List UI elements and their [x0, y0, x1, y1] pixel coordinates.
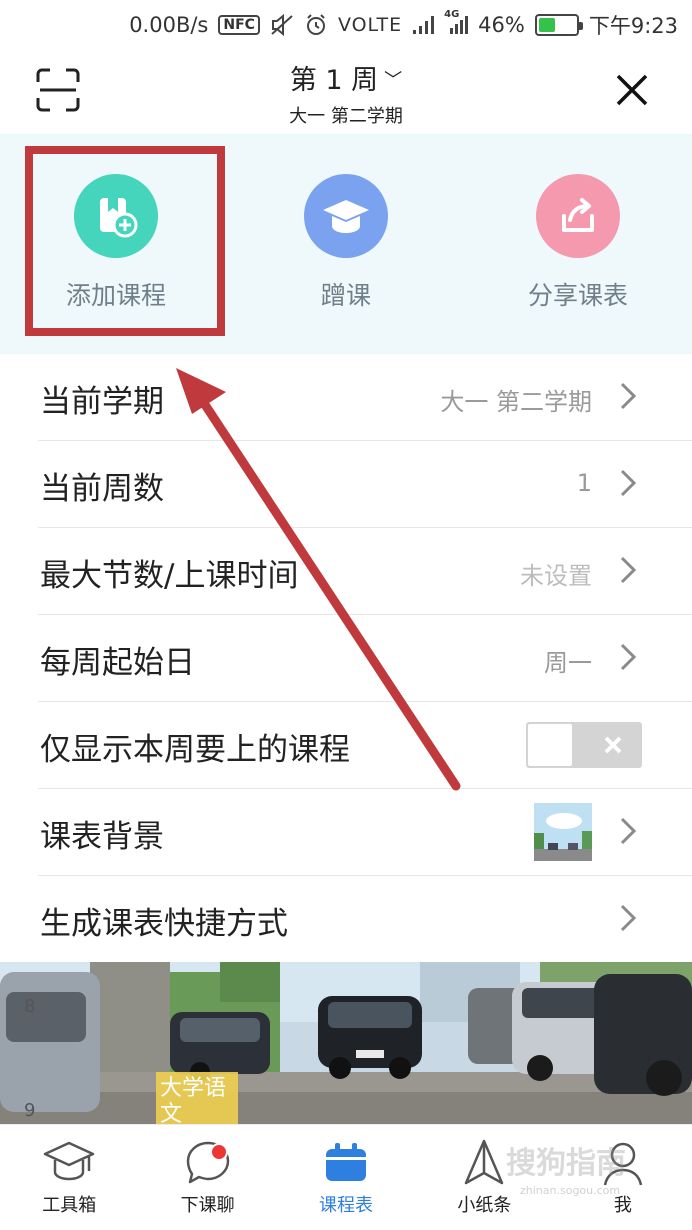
settings-row-background[interactable]: 课表背景 — [38, 789, 692, 876]
row-label: 最大节数/上课时间 — [40, 558, 299, 594]
chevron-right-icon — [620, 469, 637, 497]
row-label: 每周起始日 — [40, 645, 195, 681]
nav-label: 下课聊 — [180, 1195, 235, 1216]
settings-row-semester[interactable]: 当前学期 大一 第二学期 — [38, 354, 692, 441]
share-icon — [536, 174, 620, 258]
mute-icon — [270, 14, 294, 36]
nav-toolbox[interactable]: 工具箱 — [0, 1125, 138, 1230]
timetable-background-photo: 8 9 大学语文 — [0, 962, 692, 1124]
chevron-down-icon: ﹀ — [384, 70, 403, 91]
row-value: 大一 第二学期 — [440, 388, 592, 416]
signal-4g-icon: 4G — [444, 9, 469, 35]
settings-row-show-this-week: 仅显示本周要上的课程 — [38, 702, 692, 789]
share-timetable-label: 分享课表 — [527, 281, 628, 310]
chevron-right-icon — [620, 643, 637, 671]
chevron-right-icon — [620, 382, 637, 410]
settings-list: 当前学期 大一 第二学期 当前周数 1 最大节数/上课时间 未设置 每周起始日 … — [0, 354, 692, 963]
street-photo — [0, 962, 692, 1124]
volte-label: VOLTE — [337, 14, 403, 36]
row-label: 课表背景 — [40, 819, 164, 855]
period-number: 9 — [24, 1100, 36, 1121]
row-label: 当前周数 — [40, 471, 164, 507]
alarm-icon — [304, 13, 328, 37]
settings-row-week[interactable]: 当前周数 1 — [38, 441, 692, 528]
add-course-icon — [74, 174, 158, 258]
nav-label: 课程表 — [319, 1195, 374, 1216]
battery-fill — [538, 18, 556, 32]
period-number: 8 — [24, 996, 36, 1017]
show-this-week-toggle[interactable] — [526, 722, 642, 768]
status-bar: 0.00B/s NFC VOLTE 4G 46% 下午9:23 — [0, 0, 692, 50]
row-value: 周一 — [544, 649, 592, 677]
clock: 下午9:23 — [588, 14, 678, 38]
audit-course-button[interactable]: 蹭课 — [246, 174, 446, 312]
add-course-label: 添加课程 — [65, 281, 166, 310]
chevron-right-icon — [620, 556, 637, 584]
row-label: 生成课表快捷方式 — [40, 906, 288, 942]
toolbox-icon — [43, 1141, 95, 1181]
watermark-url: zhinan.sogou.com — [520, 1184, 621, 1197]
quick-actions-panel: 添加课程 蹭课 分享课表 — [0, 134, 692, 354]
row-label: 当前学期 — [40, 384, 164, 420]
course-chip[interactable]: 大学语文 — [156, 1072, 238, 1124]
chevron-right-icon — [620, 817, 637, 845]
watermark: 搜狗指南 — [506, 1146, 626, 1181]
toggle-knob — [528, 724, 572, 766]
paper-plane-icon — [465, 1139, 504, 1185]
row-label: 仅显示本周要上的课程 — [40, 732, 350, 768]
row-value: 1 — [576, 469, 592, 497]
signal-icon — [412, 15, 435, 35]
settings-row-periods[interactable]: 最大节数/上课时间 未设置 — [38, 528, 692, 615]
audit-course-label: 蹭课 — [320, 281, 371, 310]
settings-row-shortcut[interactable]: 生成课表快捷方式 — [38, 876, 692, 963]
graduation-cap-icon — [304, 174, 388, 258]
network-speed: 0.00B/s — [129, 13, 209, 37]
semester-subtitle: 大一 第二学期 — [289, 106, 403, 127]
week-selector[interactable]: 第 1 周 ﹀ — [0, 58, 692, 97]
header: 第 1 周 ﹀ 大一 第二学期 — [0, 50, 692, 134]
share-timetable-button[interactable]: 分享课表 — [478, 174, 678, 312]
network-type-label: 4G — [444, 9, 460, 20]
row-value: 未设置 — [520, 562, 592, 590]
chevron-right-icon — [620, 904, 637, 932]
close-icon[interactable] — [610, 68, 654, 112]
week-title: 第 1 周 — [289, 65, 379, 96]
schedule-icon — [326, 1143, 367, 1181]
battery-percent: 46% — [478, 13, 525, 37]
add-course-button[interactable]: 添加课程 — [16, 174, 216, 312]
battery-icon — [534, 14, 583, 36]
chat-icon — [186, 1141, 229, 1184]
nav-chat[interactable]: 下课聊 — [138, 1125, 276, 1230]
toggle-off-icon — [604, 736, 622, 754]
nav-schedule[interactable]: 课程表 — [277, 1125, 415, 1230]
nav-label: 工具箱 — [42, 1195, 97, 1216]
nfc-badge: NFC — [218, 15, 260, 35]
settings-row-start-day[interactable]: 每周起始日 周一 — [38, 615, 692, 702]
background-thumbnail — [534, 803, 592, 861]
